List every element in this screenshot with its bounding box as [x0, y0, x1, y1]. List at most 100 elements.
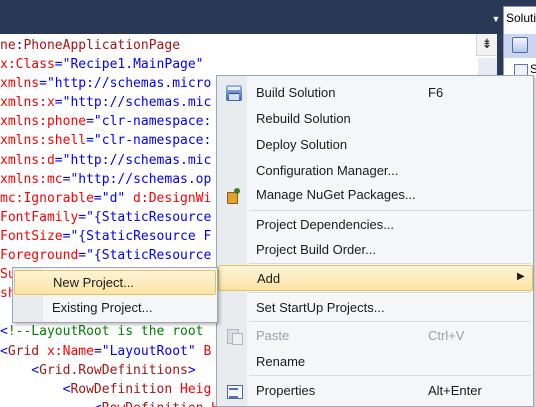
properties-toolbar-icon[interactable] [512, 37, 528, 53]
add-submenu: New Project... Existing Project... [12, 267, 218, 323]
code-token: "{StaticResource [86, 209, 212, 225]
code-token: "LayoutRoot" [101, 343, 196, 359]
menu-item-manage-nuget-packages[interactable]: Manage NuGet Packages... [218, 182, 533, 208]
code-line: <Grid.RowDefinitions> [0, 361, 243, 380]
code-token: xmlns:x [0, 95, 55, 111]
menu-item-build-solution[interactable]: Build Solution F6 [218, 80, 533, 106]
menu-item-shortcut: Ctrl+V [428, 328, 465, 343]
menu-item-properties[interactable]: Properties Alt+Enter [218, 378, 533, 404]
code-line: FontFamily="{StaticResource [0, 208, 243, 227]
submenu-arrow-icon: ▶ [517, 271, 525, 282]
code-line: <RowDefinition Heig [0, 380, 243, 399]
menu-item-shortcut: F6 [428, 85, 444, 100]
code-token: < [0, 343, 8, 359]
code-token: "http://schemas.mic [62, 152, 212, 168]
menu-item-configuration-manager[interactable]: Configuration Manager... [218, 158, 533, 184]
code-token: "Recipe1.MainPage" [62, 57, 204, 73]
menu-item-set-startup-projects[interactable]: Set StartUp Projects... [218, 295, 533, 321]
menu-separator [249, 292, 531, 293]
code-token: = [86, 114, 94, 130]
code-token: mc:Ignorable [0, 190, 94, 206]
solution-context-menu: Build Solution F6 Rebuild Solution Deplo… [216, 75, 534, 407]
code-token: = [78, 209, 87, 225]
code-token: xmlns:d [0, 152, 55, 168]
code-token: = [86, 133, 94, 149]
menu-item-label: Set StartUp Projects... [256, 300, 385, 315]
nuget-icon [226, 187, 242, 204]
code-token: = [54, 57, 63, 73]
code-token: "clr-namespace: [93, 133, 212, 149]
code-token: = [39, 76, 47, 92]
code-line: xmlns="http://schemas.micro [0, 74, 243, 93]
code-token: Grid [7, 343, 40, 359]
document-tab-strip [0, 0, 536, 34]
tab-dropdown-icon[interactable]: ▼ [490, 14, 502, 24]
code-token: "{StaticResource F [70, 228, 212, 244]
menu-item-rebuild-solution[interactable]: Rebuild Solution [218, 106, 533, 132]
code-line: <Grid x:Name="LayoutRoot" B [0, 342, 243, 361]
menu-item-project-dependencies[interactable]: Project Dependencies... [218, 212, 533, 238]
submenu-item-new-project[interactable]: New Project... [14, 270, 216, 295]
solution-node-label[interactable]: S [530, 62, 536, 76]
menu-item-shortcut: Alt+Enter [428, 383, 482, 398]
code-token: Heig [172, 381, 212, 397]
code-token: Foreground [0, 248, 79, 264]
submenu-item-existing-project[interactable]: Existing Project... [14, 296, 216, 321]
code-token: Grid.RowDefinitions [39, 362, 188, 378]
menu-item-project-build-order[interactable]: Project Build Order... [218, 237, 533, 263]
menu-item-label: Rebuild Solution [256, 111, 351, 126]
code-token: < [0, 381, 71, 397]
code-token: "http://schemas.micro [46, 76, 212, 92]
menu-item-label: Manage NuGet Packages... [256, 187, 416, 202]
code-line: xmlns:d="http://schemas.mic [0, 151, 243, 170]
menu-item-label: Paste [256, 328, 290, 343]
menu-item-label: Project Build Order... [256, 242, 376, 257]
code-line: <RowDefinition Heig [0, 399, 243, 407]
menu-item-label: Rename [256, 354, 306, 369]
code-token: !--LayoutRoot is the root [7, 324, 204, 340]
menu-item-add[interactable]: Add ▶ [218, 265, 533, 291]
code-line: FontSize="{StaticResource F [0, 227, 243, 246]
code-line: x:Class="Recipe1.MainPage" [0, 55, 243, 74]
menu-item-label: Properties [256, 383, 316, 398]
code-line: Foreground="{StaticResource [0, 246, 243, 265]
code-token: < [0, 362, 40, 378]
code-token: xmlns:phone [0, 114, 87, 130]
menu-item-label: Add [257, 271, 281, 286]
menu-item-deploy-solution[interactable]: Deploy Solution [218, 132, 533, 158]
code-token: ne [0, 38, 16, 53]
code-token: x:Class [0, 57, 55, 73]
code-token: B [195, 343, 212, 359]
code-token: x:Name [39, 343, 94, 359]
solution-explorer-tab[interactable]: Solutio [503, 6, 536, 34]
split-editor-icon[interactable]: ⇟ [476, 34, 497, 56]
code-token: = [54, 152, 63, 168]
code-token: xmlns [0, 76, 40, 92]
code-token: "http://schemas.op [70, 171, 212, 187]
code-line: xmlns:shell="clr-namespace: [0, 131, 243, 150]
code-line: xmlns:x="http://schemas.mic [0, 93, 243, 112]
code-token: = [93, 190, 102, 206]
code-token: PhoneApplicationPage [23, 38, 181, 53]
code-token: < [0, 401, 102, 407]
code-token: "{StaticResource [86, 248, 212, 264]
menu-separator [249, 375, 531, 376]
code-token: FontFamily [0, 209, 79, 225]
code-token: xmlns:mc [0, 171, 63, 187]
code-line: xmlns:phone="clr-namespace: [0, 112, 243, 131]
code-token: < [0, 324, 8, 340]
menu-item-label: Build Solution [256, 85, 336, 100]
menu-item-label: Project Dependencies... [256, 217, 395, 232]
code-token: = [93, 343, 102, 359]
code-line: <!--LayoutRoot is the root [0, 322, 243, 341]
code-token: "http://schemas.mic [62, 95, 212, 111]
menu-item-label: New Project... [53, 275, 134, 290]
code-token: RowDefinition [70, 381, 173, 397]
properties-icon [226, 383, 243, 399]
menu-item-rename[interactable]: Rename [218, 349, 533, 375]
code-token: "d" [101, 190, 126, 206]
build-solution-icon [226, 85, 242, 101]
menu-separator [249, 210, 531, 211]
solution-explorer-toolbar [504, 34, 536, 58]
code-token: = [54, 95, 63, 111]
